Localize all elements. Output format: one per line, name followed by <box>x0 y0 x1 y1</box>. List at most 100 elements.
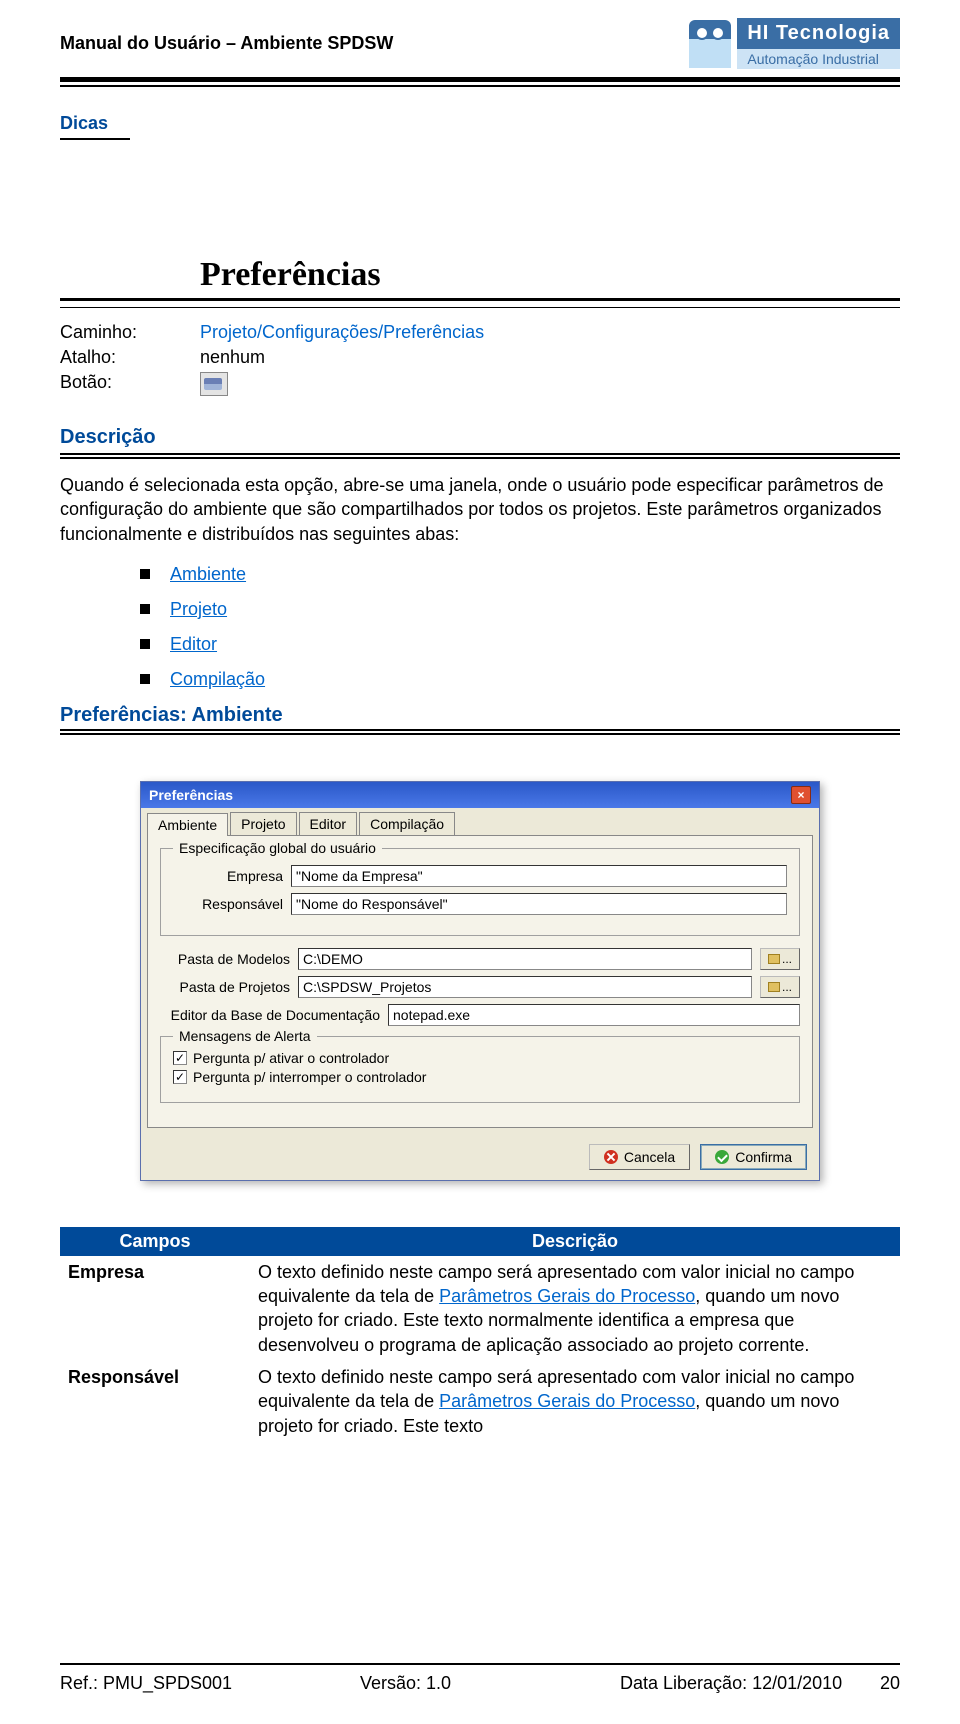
folder-icon <box>768 982 780 992</box>
input-pasta-projetos[interactable] <box>298 976 752 998</box>
meta-value-atalho: nenhum <box>200 347 265 368</box>
label-pasta-projetos: Pasta de Projetos <box>160 979 290 995</box>
dialog-title: Preferências <box>149 787 233 803</box>
brand-tagline: Automação Industrial <box>737 49 900 69</box>
tab-ambiente[interactable]: Ambiente <box>147 813 228 836</box>
dialog-button-row: Cancela Confirma <box>141 1134 819 1180</box>
list-item: Projeto <box>140 599 900 620</box>
tab-projeto[interactable]: Projeto <box>230 812 296 835</box>
table-header-descricao: Descrição <box>250 1227 900 1256</box>
descricao-paragraph: Quando é selecionada esta opção, abre-se… <box>60 473 900 546</box>
dialog-tabstrip: Ambiente Projeto Editor Compilação <box>141 808 819 835</box>
dialog-body: Especificação global do usuário Empresa … <box>147 835 813 1128</box>
footer-ref: Ref.: PMU_SPDS001 <box>60 1673 360 1694</box>
tab-list: Ambiente Projeto Editor Compilação <box>60 564 900 690</box>
checkbox-interromper[interactable]: ✓ <box>173 1070 187 1084</box>
page-footer: Ref.: PMU_SPDS001 Versão: 1.0 Data Liber… <box>60 1663 900 1694</box>
link-projeto[interactable]: Projeto <box>170 599 227 620</box>
checkbox-label-interromper: Pergunta p/ interromper o controlador <box>193 1069 426 1085</box>
rule-thick <box>60 298 900 301</box>
doc-title: Manual do Usuário – Ambiente SPDSW <box>60 33 393 54</box>
folder-icon <box>768 954 780 964</box>
label-responsavel: Responsável <box>173 896 283 912</box>
page-header: Manual do Usuário – Ambiente SPDSW HI Te… <box>0 0 960 69</box>
form-row-empresa: Empresa <box>173 865 787 887</box>
label-editor-base: Editor da Base de Documentação <box>160 1007 380 1023</box>
meta-caminho: Caminho: Projeto/Configurações/Preferênc… <box>60 322 900 343</box>
meta-label-caminho: Caminho: <box>60 322 200 343</box>
cancel-button-label: Cancela <box>624 1149 675 1165</box>
input-editor-base[interactable] <box>388 1004 800 1026</box>
checkbox-row-ativar: ✓ Pergunta p/ ativar o controlador <box>173 1050 787 1066</box>
input-responsavel[interactable] <box>291 893 787 915</box>
cancel-button[interactable]: Cancela <box>589 1144 690 1170</box>
rule-thin <box>60 307 900 308</box>
desc-rule-1 <box>60 453 900 455</box>
list-item: Editor <box>140 634 900 655</box>
link-parametros-gerais[interactable]: Parâmetros Gerais do Processo <box>439 1286 695 1306</box>
browse-projetos-button[interactable]: ... <box>760 976 800 998</box>
footer-date: Data Liberação: 12/01/2010 <box>620 1673 850 1694</box>
preferences-ambiente-heading: Preferências: Ambiente <box>60 704 900 727</box>
meta-value-caminho: Projeto/Configurações/Preferências <box>200 322 484 343</box>
list-item: Ambiente <box>140 564 900 585</box>
fieldset-usuario: Especificação global do usuário Empresa … <box>160 848 800 936</box>
desc-rule-2 <box>60 457 900 459</box>
header-rule <box>60 77 900 89</box>
checkbox-label-ativar: Pergunta p/ ativar o controlador <box>193 1050 389 1066</box>
table-header-campos: Campos <box>60 1227 250 1256</box>
form-row-responsavel: Responsável <box>173 893 787 915</box>
confirm-button[interactable]: Confirma <box>700 1144 807 1170</box>
square-bullet-icon <box>140 569 150 579</box>
sub-rule-1 <box>60 729 900 731</box>
footer-page-number: 20 <box>850 1673 900 1694</box>
table-cell-field: Responsável <box>60 1361 250 1442</box>
brand-name: HI Tecnologia <box>737 18 900 49</box>
brand-logo: HI Tecnologia Automação Industrial <box>689 18 900 69</box>
section-label: Dicas <box>60 113 130 140</box>
fieldset-alertas: Mensagens de Alerta ✓ Pergunta p/ ativar… <box>160 1036 800 1103</box>
form-row-pasta-modelos: Pasta de Modelos ... <box>160 948 800 970</box>
form-row-pasta-projetos: Pasta de Projetos ... <box>160 976 800 998</box>
list-item: Compilação <box>140 669 900 690</box>
browse-modelos-button[interactable]: ... <box>760 948 800 970</box>
close-icon[interactable]: × <box>791 786 811 804</box>
meta-botao: Botão: <box>60 372 900 396</box>
link-editor[interactable]: Editor <box>170 634 217 655</box>
checkbox-ativar[interactable]: ✓ <box>173 1051 187 1065</box>
link-compilacao[interactable]: Compilação <box>170 669 265 690</box>
table-cell-desc: O texto definido neste campo será aprese… <box>250 1361 900 1442</box>
square-bullet-icon <box>140 674 150 684</box>
table-cell-desc: O texto definido neste campo será aprese… <box>250 1256 900 1361</box>
link-ambiente[interactable]: Ambiente <box>170 564 246 585</box>
fieldset-legend-alertas: Mensagens de Alerta <box>173 1028 317 1044</box>
check-icon <box>715 1150 729 1164</box>
descricao-heading: Descrição <box>60 426 900 449</box>
fields-table: Campos Descrição Empresa O texto definid… <box>60 1227 900 1442</box>
table-row: Empresa O texto definido neste campo ser… <box>60 1256 900 1361</box>
confirm-button-label: Confirma <box>735 1149 792 1165</box>
label-empresa: Empresa <box>173 868 283 884</box>
meta-label-botao: Botão: <box>60 372 200 396</box>
meta-atalho: Atalho: nenhum <box>60 347 900 368</box>
table-row: Responsável O texto definido neste campo… <box>60 1361 900 1442</box>
form-row-editor-base: Editor da Base de Documentação <box>160 1004 800 1026</box>
footer-version: Versão: 1.0 <box>360 1673 620 1694</box>
cancel-icon <box>604 1150 618 1164</box>
label-pasta-modelos: Pasta de Modelos <box>160 951 290 967</box>
tab-compilacao[interactable]: Compilação <box>359 812 455 835</box>
preferences-icon <box>200 372 228 396</box>
robot-icon <box>689 20 731 68</box>
input-pasta-modelos[interactable] <box>298 948 752 970</box>
dialog-titlebar: Preferências × <box>141 782 819 808</box>
square-bullet-icon <box>140 604 150 614</box>
tab-editor[interactable]: Editor <box>299 812 358 835</box>
input-empresa[interactable] <box>291 865 787 887</box>
table-cell-field: Empresa <box>60 1256 250 1361</box>
fieldset-legend-usuario: Especificação global do usuário <box>173 840 382 856</box>
preferences-dialog: Preferências × Ambiente Projeto Editor C… <box>140 781 820 1181</box>
meta-label-atalho: Atalho: <box>60 347 200 368</box>
checkbox-row-interromper: ✓ Pergunta p/ interromper o controlador <box>173 1069 787 1085</box>
link-parametros-gerais[interactable]: Parâmetros Gerais do Processo <box>439 1391 695 1411</box>
preferences-heading: Preferências <box>200 256 900 294</box>
